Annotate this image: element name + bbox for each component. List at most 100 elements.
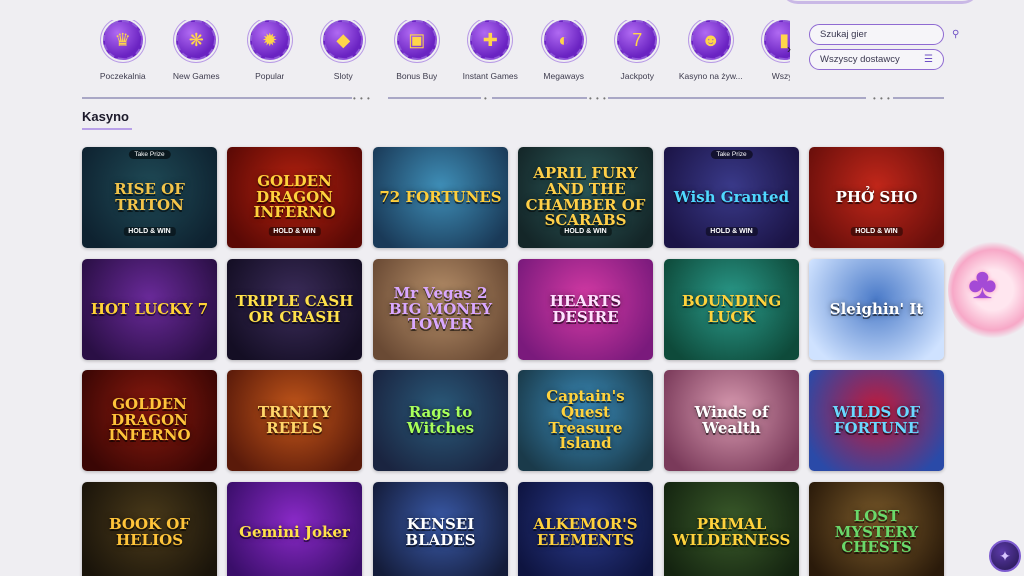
game-title: LOST MYSTERY CHESTS (834, 506, 919, 557)
support-chat-button[interactable]: ✦ (989, 540, 1021, 572)
game-title: BOOK OF HELIOS (108, 514, 191, 549)
category-item[interactable]: 7 Jackpoty (601, 20, 675, 84)
live-dealer-icon: ☻ (690, 20, 731, 60)
game-title: Rags to Witches (406, 402, 475, 437)
category-item[interactable]: ◐ Megaways (527, 20, 601, 84)
game-feature-label: HOLD & WIN (705, 227, 758, 236)
game-title: APRIL FURY AND THE CHAMBER OF SCARABS (525, 164, 646, 230)
section-divider (82, 97, 352, 99)
game-title: Gemini Joker (239, 522, 350, 541)
search-input[interactable] (820, 29, 952, 40)
game-tile[interactable]: LOST MYSTERY CHESTS (809, 482, 944, 576)
game-title: Sleighin' It (829, 299, 924, 318)
divider-dots: • • • (353, 94, 371, 103)
game-title: Captain's Quest Treasure Island (546, 387, 625, 453)
category-item[interactable]: ◆ Sloty (307, 20, 381, 84)
game-tile[interactable]: PRIMAL WILDERNESS (664, 482, 799, 576)
game-tile[interactable]: Take Prize RISE OF TRITON HOLD & WIN (82, 147, 217, 248)
provider-select-label: Wszyscy dostawcy (820, 54, 900, 65)
category-item[interactable]: ✚ Instant Games (454, 20, 528, 84)
support-wolf-icon: ✦ (999, 547, 1011, 564)
games-grid: Take Prize RISE OF TRITON HOLD & WIN GOLDEN… (82, 147, 944, 576)
new-games-icon: ❋ (176, 20, 217, 60)
category-item[interactable]: ▣ Bonus Buy (380, 20, 454, 84)
game-title: 72 FORTUNES (379, 187, 502, 206)
search-field[interactable]: ⚲ (809, 24, 959, 45)
game-tile[interactable]: APRIL FURY AND THE CHAMBER OF SCARABS HOL… (518, 147, 653, 248)
game-tile[interactable]: Gemini Joker (227, 482, 362, 576)
category-item[interactable]: ♛ Poczekalnia (86, 20, 160, 84)
section-divider (608, 97, 866, 99)
category-carousel: ♛ Poczekalnia ❋ New Games ✹ Popular ◆ Sloty ▣ Bon… (86, 20, 790, 84)
game-title: WILDS OF FORTUNE (832, 402, 921, 437)
game-title: BOUNDING LUCK (681, 291, 782, 326)
game-tile[interactable]: Mr Vegas 2 BIG MONEY TOWER (373, 259, 508, 360)
gift-icon: ▣ (396, 20, 437, 60)
game-tile[interactable]: GOLDEN DRAGON INFERNO (82, 370, 217, 471)
search-icon[interactable]: ⚲ (952, 29, 959, 40)
category-label: Sloty (333, 71, 353, 81)
category-label: New Games (172, 71, 220, 81)
game-tile[interactable]: Winds of Wealth (664, 370, 799, 471)
game-tile[interactable]: 72 FORTUNES (373, 147, 508, 248)
category-label: Wszys (771, 71, 790, 81)
provider-select[interactable]: Wszyscy dostawcy ☰ (809, 49, 944, 70)
game-title: HEARTS DESIRE (549, 291, 622, 326)
game-tile[interactable]: Sleighin' It (809, 259, 944, 360)
game-title: Winds of Wealth (694, 402, 769, 437)
category-label: Poczekalnia (99, 71, 146, 81)
megaways-icon: ◐ (543, 20, 584, 60)
game-feature-label: HOLD & WIN (559, 227, 612, 236)
game-provider-badge: Take Prize (710, 150, 753, 159)
game-tile[interactable]: Captain's Quest Treasure Island (518, 370, 653, 471)
section-title: Kasyno (82, 109, 129, 124)
gamepad-icon: ✚ (470, 20, 511, 60)
game-tile[interactable]: Rags to Witches (373, 370, 508, 471)
divider-dots: • • • (873, 94, 891, 103)
game-title: ALKEMOR'S ELEMENTS (533, 514, 638, 549)
game-tile[interactable]: HEARTS DESIRE (518, 259, 653, 360)
club-card-icon[interactable]: ♣ (968, 262, 997, 306)
gem-icon: ◆ (323, 20, 364, 60)
game-title: TRINITY REELS (257, 402, 332, 437)
category-item[interactable]: ✹ Popular (233, 20, 307, 84)
category-label: Popular (255, 71, 285, 81)
game-title: RISE OF TRITON (114, 179, 185, 214)
game-tile[interactable]: WILDS OF FORTUNE (809, 370, 944, 471)
game-tile[interactable]: ALKEMOR'S ELEMENTS (518, 482, 653, 576)
top-decoration-arc (780, 0, 980, 4)
game-title: GOLDEN DRAGON INFERNO (253, 171, 336, 222)
flame-icon: ✹ (249, 20, 290, 60)
top-navigation: ♛ Poczekalnia ❋ New Games ✹ Popular ◆ Sloty ▣ Bon… (0, 0, 1024, 100)
category-item[interactable]: ❋ New Games (160, 20, 234, 84)
game-feature-label: HOLD & WIN (268, 227, 321, 236)
category-label: Kasyno na żyw... (678, 71, 743, 81)
category-label: Jackpoty (620, 71, 655, 81)
category-item[interactable]: ▮Wszys (748, 20, 790, 84)
chevron-right-icon[interactable]: › (787, 42, 791, 56)
category-label: Megaways (543, 71, 585, 81)
game-title: TRIPLE CASH OR CRASH (235, 291, 354, 326)
game-tile[interactable]: BOOK OF HELIOS (82, 482, 217, 576)
game-tile[interactable]: TRINITY REELS (227, 370, 362, 471)
section-divider (492, 97, 587, 99)
crown-icon: ♛ (102, 20, 143, 60)
section-divider (893, 97, 944, 99)
game-title: PHỞ SHO (835, 187, 918, 206)
game-tile[interactable]: Take Prize Wish Granted HOLD & WIN (664, 147, 799, 248)
category-label: Bonus Buy (396, 71, 438, 81)
game-tile[interactable]: PHỞ SHO HOLD & WIN (809, 147, 944, 248)
game-title: HOT LUCKY 7 (90, 299, 209, 318)
game-provider-badge: Take Prize (128, 150, 171, 159)
divider-dots: • (484, 94, 488, 103)
category-item[interactable]: ☻ Kasyno na żyw... (674, 20, 748, 84)
game-title: Mr Vegas 2 BIG MONEY TOWER (388, 283, 493, 334)
game-tile[interactable]: GOLDEN DRAGON INFERNO HOLD & WIN (227, 147, 362, 248)
game-tile[interactable]: TRIPLE CASH OR CRASH (227, 259, 362, 360)
game-feature-label: HOLD & WIN (850, 227, 903, 236)
filter-sliders-icon: ☰ (924, 54, 933, 65)
game-tile[interactable]: BOUNDING LUCK (664, 259, 799, 360)
game-tile[interactable]: KENSEI BLADES (373, 482, 508, 576)
game-tile[interactable]: HOT LUCKY 7 (82, 259, 217, 360)
category-label: Instant Games (462, 71, 518, 81)
